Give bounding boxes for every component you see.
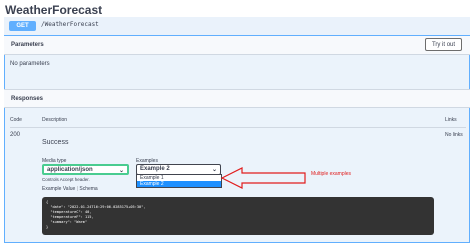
annotation-text: Multiple examples <box>311 171 352 177</box>
arrow-shape <box>220 167 306 189</box>
annotation-arrow <box>220 167 306 189</box>
